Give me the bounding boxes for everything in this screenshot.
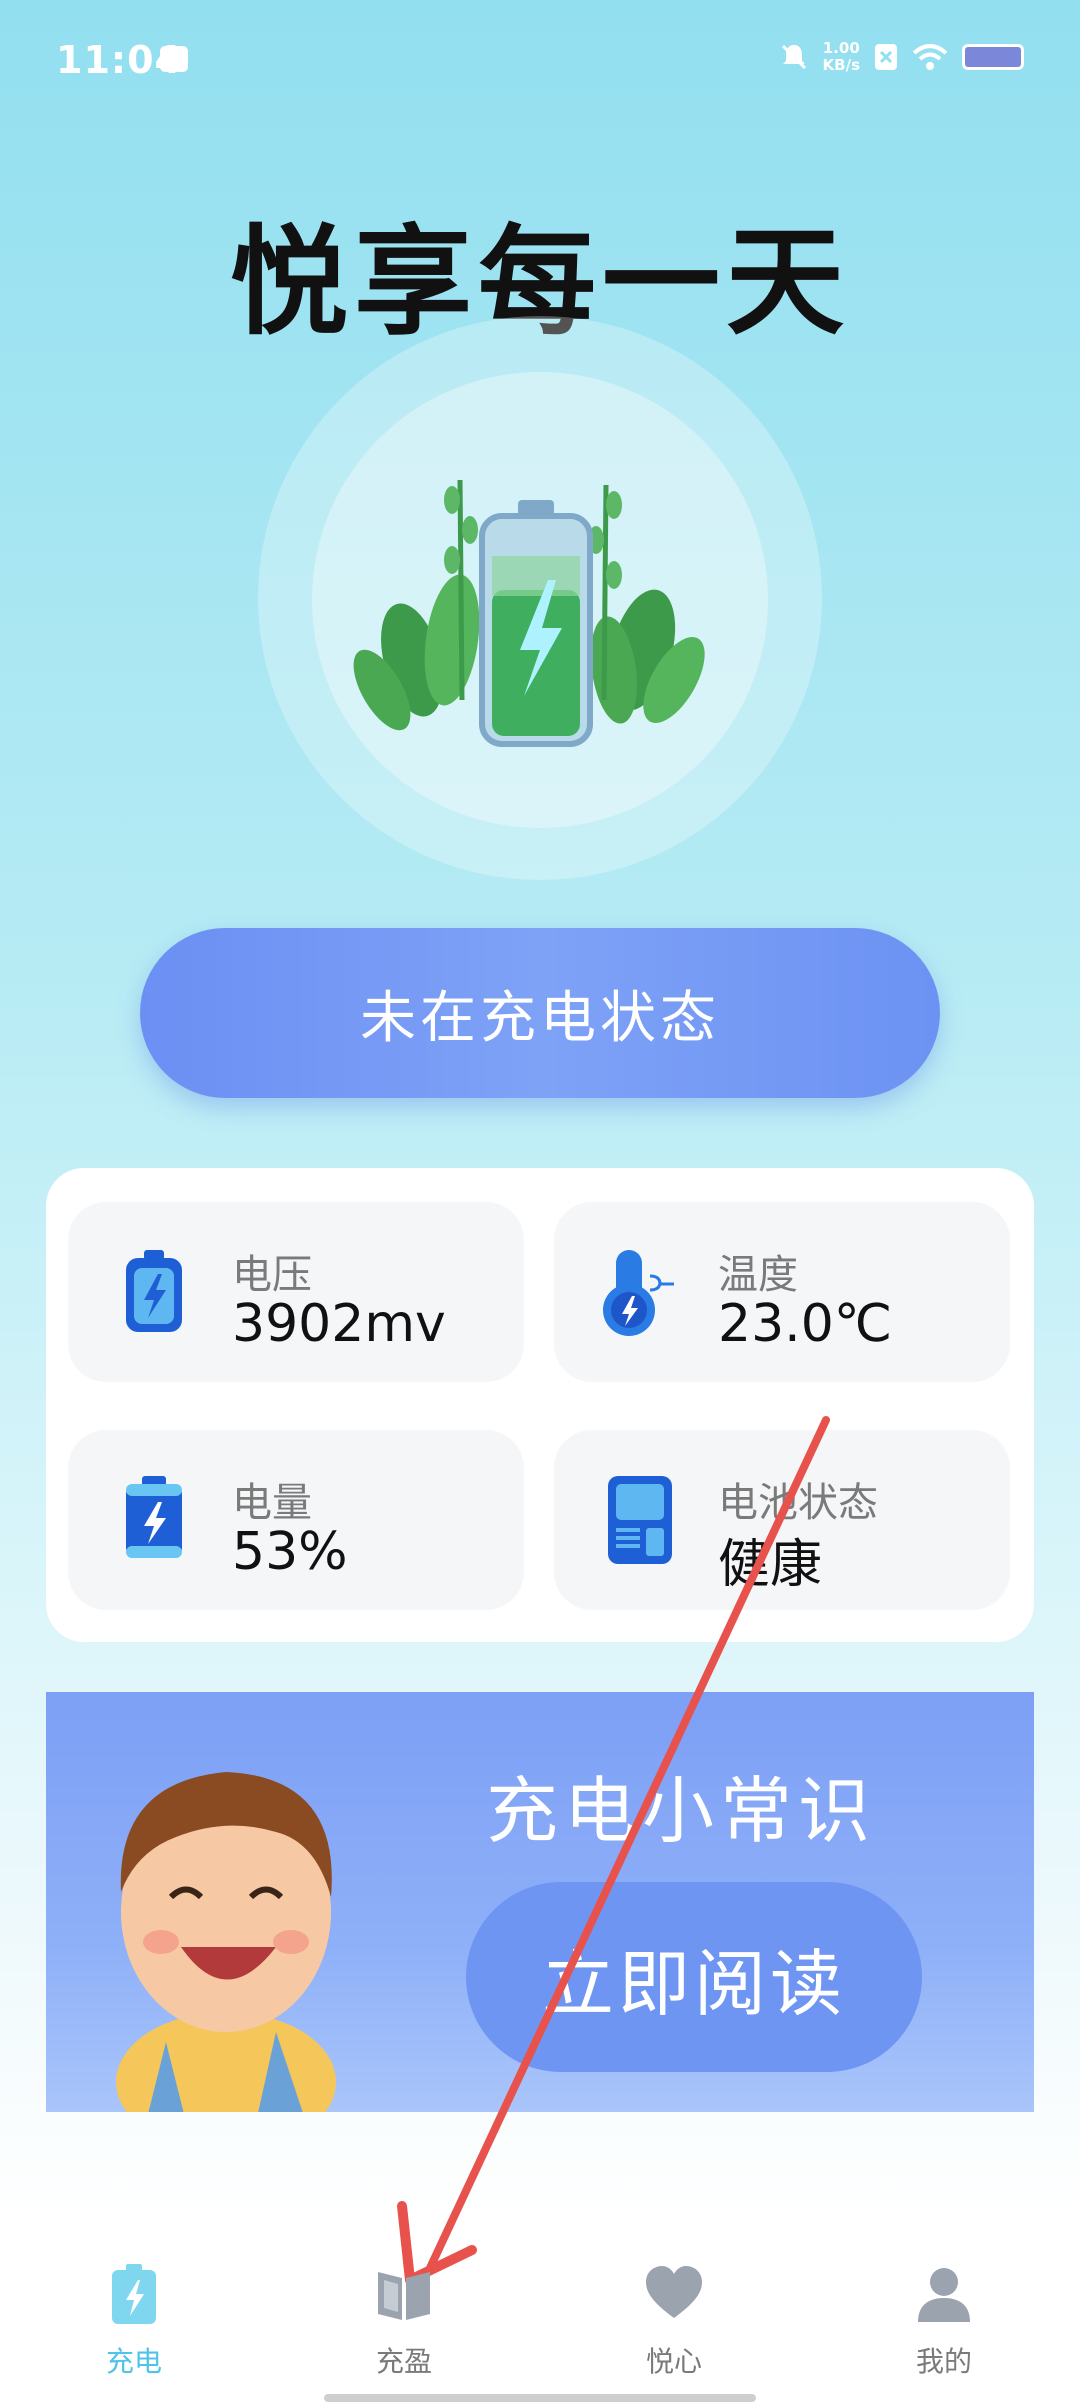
annotation-arrow-icon: [397, 1416, 830, 2285]
battery-charge-icon: [112, 2264, 156, 2324]
tab-label: 充盈: [375, 2345, 432, 2378]
user-icon: [918, 2268, 970, 2322]
tab-chongying[interactable]: 充盈: [304, 2262, 504, 2380]
tab-label: 悦心: [645, 2345, 702, 2378]
tab-label: 充电: [105, 2345, 162, 2378]
bottom-tab-bar: 充电 充盈 悦心 我的: [0, 2212, 1080, 2408]
tab-charging[interactable]: 充电: [34, 2262, 234, 2380]
tab-mine[interactable]: 我的: [844, 2262, 1044, 2380]
home-indicator[interactable]: [324, 2394, 756, 2402]
heart-icon: [646, 2266, 702, 2318]
book-icon: [378, 2272, 430, 2320]
tab-label: 我的: [915, 2345, 972, 2378]
tab-yuexin[interactable]: 悦心: [574, 2262, 774, 2380]
